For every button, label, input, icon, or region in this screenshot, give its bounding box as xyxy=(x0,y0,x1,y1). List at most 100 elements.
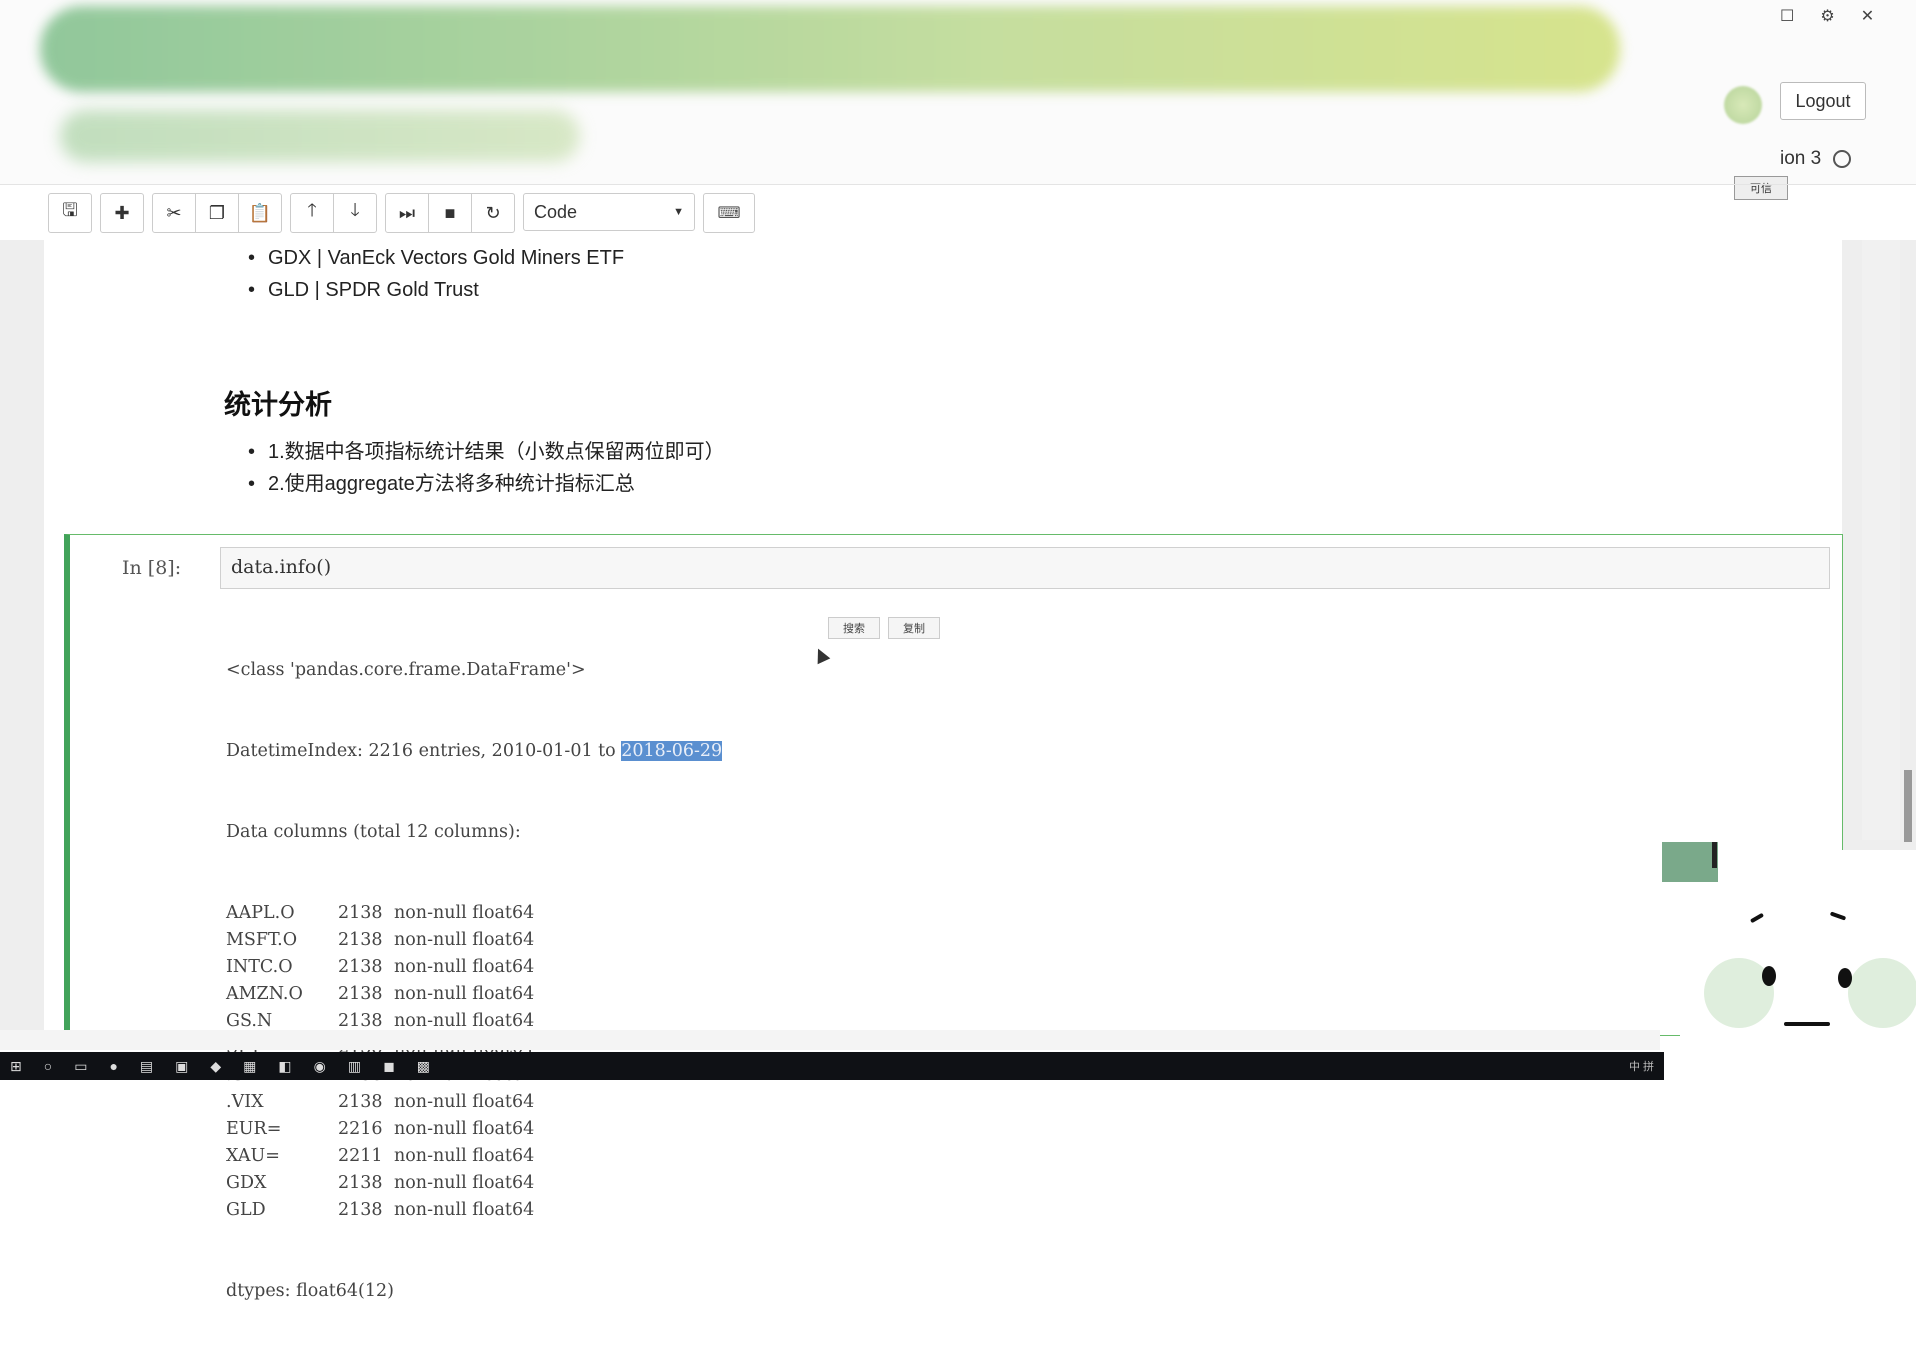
move-down-icon[interactable]: 🡓 xyxy=(333,193,377,233)
column-count: 2138 xyxy=(338,1200,383,1220)
column-dtype: non-null float64 xyxy=(394,1200,535,1220)
app-icon[interactable]: ▩ xyxy=(417,1058,430,1075)
minimize-icon[interactable]: ⚙ xyxy=(1820,6,1834,26)
blurred-browser-bar xyxy=(40,6,1620,92)
move-up-icon[interactable]: 🡑 xyxy=(290,193,334,233)
mascot-brow xyxy=(1829,911,1847,921)
app-icon[interactable]: ◧ xyxy=(278,1058,291,1075)
column-name: EUR= xyxy=(226,1119,282,1139)
output-column-row: MSFT.O 2138 non-null float64 xyxy=(226,927,722,954)
scrollbar-track[interactable] xyxy=(1862,240,1900,840)
cell-prompt: In [8]: xyxy=(122,557,182,579)
column-count: 2138 xyxy=(338,1173,383,1193)
restore-icon[interactable]: ☐ xyxy=(1780,6,1794,26)
kernel-indicator: ion 3 xyxy=(1780,148,1852,170)
keyboard-icon[interactable]: ⌨ xyxy=(703,193,755,233)
output-column-row: XAU= 2211 non-null float64 xyxy=(226,1143,722,1170)
output-columns-header: Data columns (total 12 columns): xyxy=(226,822,521,842)
close-icon[interactable]: ✕ xyxy=(1861,6,1874,26)
output-column-row: AMZN.O 2138 non-null float64 xyxy=(226,981,722,1008)
list-item: GDX | VanEck Vectors Gold Miners ETF xyxy=(244,242,624,274)
output-index-line: DatetimeIndex: 2216 entries, 2010-01-01 … xyxy=(226,738,723,765)
paste-icon[interactable]: 📋 xyxy=(238,193,282,233)
kernel-name: ion 3 xyxy=(1780,148,1822,169)
search-icon[interactable]: ○ xyxy=(44,1058,52,1074)
section-heading: 统计分析 xyxy=(224,390,332,420)
output-column-row: GLD 2138 non-null float64 xyxy=(226,1197,722,1224)
column-dtype: non-null float64 xyxy=(394,957,535,977)
app-icon[interactable]: ▦ xyxy=(243,1058,256,1075)
app-icon[interactable]: ◆ xyxy=(210,1058,221,1075)
mascot-overlay xyxy=(1680,850,1916,1070)
column-count: 2211 xyxy=(338,1146,383,1166)
list-item: 1.数据中各项指标统计结果（小数点保留两位即可） xyxy=(244,436,725,468)
app-icon[interactable]: ◉ xyxy=(314,1058,326,1075)
column-name: GDX xyxy=(226,1173,267,1193)
column-name: .VIX xyxy=(226,1092,264,1112)
trusted-badge[interactable]: 可信 xyxy=(1734,176,1788,200)
mascot-flag xyxy=(1662,842,1718,882)
column-dtype: non-null float64 xyxy=(394,930,535,950)
column-count: 2138 xyxy=(338,1092,383,1112)
search-button[interactable]: 搜索 xyxy=(828,617,880,639)
folder-icon[interactable]: ▤ xyxy=(140,1058,153,1075)
system-tray: 中 拼 xyxy=(1629,1058,1664,1074)
app-icon[interactable]: ▥ xyxy=(348,1058,361,1075)
column-name: AMZN.O xyxy=(226,984,303,1004)
app-icon[interactable]: ◼ xyxy=(383,1058,395,1075)
code-input[interactable]: data.info() xyxy=(220,547,1830,589)
scrollbar-thumb[interactable] xyxy=(1904,770,1912,842)
markdown-list-etfs: GDX | VanEck Vectors Gold Miners ETF GLD… xyxy=(244,242,624,306)
start-icon[interactable]: ⊞ xyxy=(10,1058,22,1075)
column-count: 2138 xyxy=(338,903,383,923)
list-item: 2.使用aggregate方法将多种统计指标汇总 xyxy=(244,468,725,500)
column-count: 2216 xyxy=(338,1119,383,1139)
mascot-flag-pole xyxy=(1712,842,1717,868)
blurred-notebook-title xyxy=(60,110,580,162)
tray-text: 中 拼 xyxy=(1628,1061,1654,1073)
task-view-icon[interactable]: ▭ xyxy=(74,1058,87,1075)
cut-icon[interactable]: ✂ xyxy=(152,193,196,233)
column-name: AAPL.O xyxy=(226,903,295,923)
save-icon[interactable]: 🖫 xyxy=(48,193,92,233)
stop-icon[interactable]: ■ xyxy=(428,193,472,233)
column-count: 2138 xyxy=(338,957,383,977)
add-cell-icon[interactable]: ✚ xyxy=(100,193,144,233)
markdown-list-tasks: 1.数据中各项指标统计结果（小数点保留两位即可） 2.使用aggregate方法… xyxy=(244,436,725,500)
restart-icon[interactable]: ↻ xyxy=(471,193,515,233)
output-column-row: EUR= 2216 non-null float64 xyxy=(226,1116,722,1143)
cell-type-select[interactable]: Code ▼ xyxy=(523,193,695,231)
taskbar: ⊞ ○ ▭ ● ▤ ▣ ◆ ▦ ◧ ◉ ▥ ◼ ▩ 中 拼 xyxy=(0,1052,1664,1080)
notebook-toolbar: 🖫 ✚ ✂ ❐ 📋 🡑 🡓 ⏭ ■ ↻ Code ▼ ⌨ xyxy=(48,193,755,233)
column-name: INTC.O xyxy=(226,957,293,977)
mascot-eye xyxy=(1762,966,1776,986)
column-dtype: non-null float64 xyxy=(394,1119,535,1139)
app-icon[interactable]: ▣ xyxy=(175,1058,188,1075)
header: ☐ ⚙ ✕ Logout ion 3 可信 xyxy=(0,0,1916,200)
kernel-status-icon xyxy=(1833,150,1852,168)
logout-button[interactable]: Logout xyxy=(1780,82,1866,120)
run-icon[interactable]: ⏭ xyxy=(385,193,429,233)
column-count: 2138 xyxy=(338,984,383,1004)
output-column-row: INTC.O 2138 non-null float64 xyxy=(226,954,722,981)
code-cell[interactable]: In [8]: data.info() <class 'pandas.core.… xyxy=(64,534,1843,1301)
mascot-brow xyxy=(1749,912,1765,924)
column-dtype: non-null float64 xyxy=(394,1146,535,1166)
output-dtypes-line: dtypes: float64(12) xyxy=(226,1281,394,1301)
index-prefix: DatetimeIndex: 2216 entries, 2010-01-01 … xyxy=(226,741,622,761)
output-column-row: GDX 2138 non-null float64 xyxy=(226,1170,722,1197)
mascot-eye xyxy=(1838,968,1852,988)
selected-text[interactable]: 2018-06-29 xyxy=(621,741,723,761)
column-name: MSFT.O xyxy=(226,930,298,950)
list-item: GLD | SPDR Gold Trust xyxy=(244,274,624,306)
browser-icon[interactable]: ● xyxy=(109,1058,117,1074)
copy-button[interactable]: 复制 xyxy=(888,617,940,639)
column-dtype: non-null float64 xyxy=(394,903,535,923)
column-count: 2138 xyxy=(338,930,383,950)
output-column-row: .VIX 2138 non-null float64 xyxy=(226,1089,722,1116)
column-dtype: non-null float64 xyxy=(394,1173,535,1193)
output-column-row: AAPL.O 2138 non-null float64 xyxy=(226,900,722,927)
copy-icon[interactable]: ❐ xyxy=(195,193,239,233)
selection-context-menu: 搜索 复制 xyxy=(828,617,940,639)
column-dtype: non-null float64 xyxy=(394,1092,535,1112)
